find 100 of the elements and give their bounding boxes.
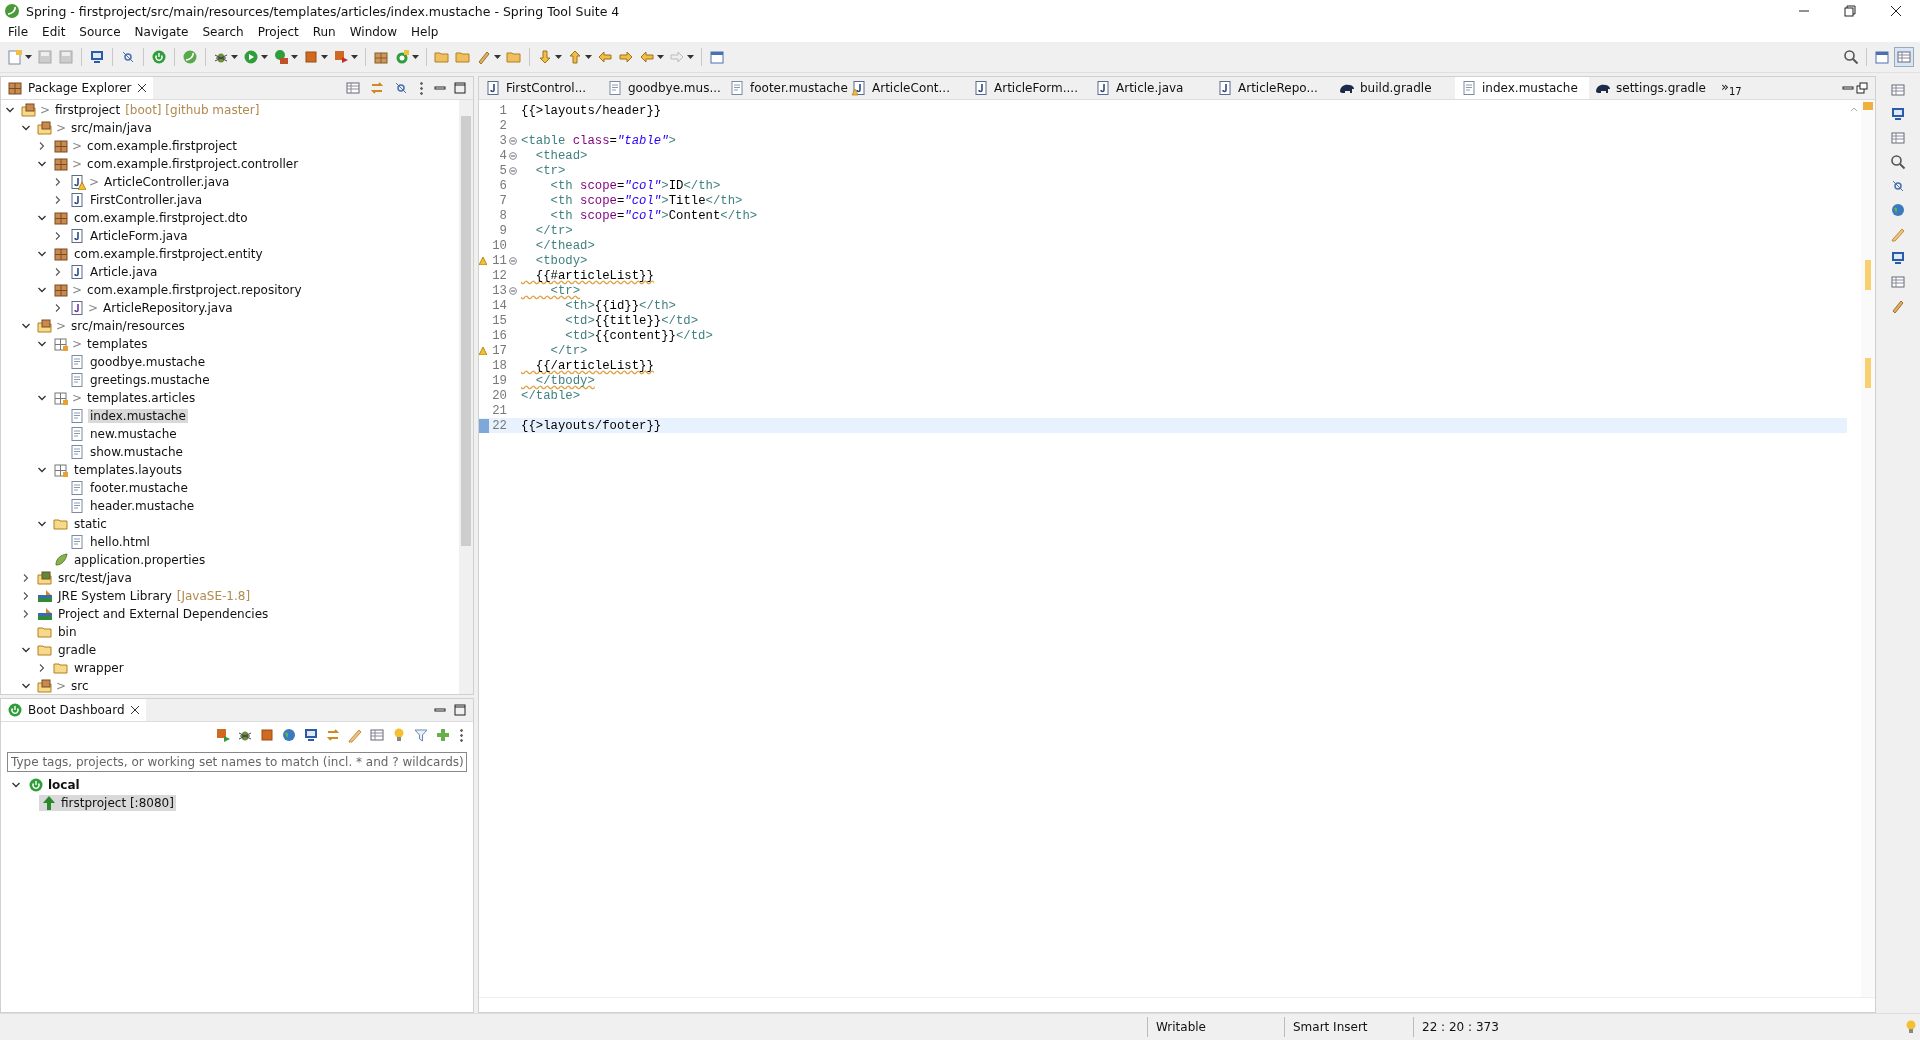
search-icon[interactable] (1842, 48, 1860, 66)
table-icon[interactable] (368, 726, 386, 744)
view-menu-icon[interactable] (460, 728, 463, 742)
collapse-all-icon[interactable] (344, 79, 362, 97)
expanded-chevron-icon[interactable] (11, 780, 21, 790)
tree-item[interactable]: firstproject (53, 103, 123, 117)
menu-item[interactable]: Run (312, 25, 336, 39)
tree-item[interactable]: wrapper (72, 661, 126, 675)
fold-icon[interactable] (509, 136, 517, 145)
filter-field[interactable]: Type tags, projects, or working set names to match (incl. * and ? wildcards) (7, 752, 467, 772)
collapsed-chevron-icon[interactable] (21, 573, 31, 583)
fold-icon[interactable] (509, 256, 517, 265)
tree-item[interactable]: new.mustache (88, 427, 179, 441)
editor-tab[interactable]: build.gradle (1333, 77, 1455, 99)
tree-item[interactable]: com.example.firstproject.entity (72, 247, 265, 261)
refresh-icon[interactable] (181, 48, 199, 66)
tree-item[interactable]: header.mustache (88, 499, 197, 513)
tree-item[interactable]: JRE System Library (56, 589, 174, 603)
expanded-chevron-icon[interactable] (21, 123, 31, 133)
tree-item[interactable]: greetings.mustache (88, 373, 212, 387)
maximize-icon[interactable] (453, 81, 467, 95)
tree-item[interactable]: ArticleForm.java (88, 229, 190, 243)
expanded-chevron-icon[interactable] (37, 285, 47, 295)
collapsed-chevron-icon[interactable] (37, 663, 47, 673)
tree-item[interactable]: com.example.firstproject.controller (85, 157, 301, 171)
close-icon[interactable] (1890, 5, 1902, 17)
fold-icon[interactable] (509, 286, 517, 295)
fold-icon[interactable] (509, 166, 517, 175)
tree-item[interactable]: application.properties (72, 553, 208, 567)
collapsed-chevron-icon[interactable] (53, 195, 63, 205)
console-icon[interactable] (302, 726, 320, 744)
collapsed-chevron-icon[interactable] (37, 141, 47, 151)
editor-tab[interactable]: goodbye.mus... (601, 77, 723, 99)
expanded-chevron-icon[interactable] (21, 321, 31, 331)
collapsed-chevron-icon[interactable] (53, 267, 63, 277)
warning-marker[interactable] (1865, 358, 1871, 388)
expanded-chevron-icon[interactable] (37, 159, 47, 169)
menu-item[interactable]: File (8, 25, 29, 39)
target-label[interactable]: local (48, 778, 80, 792)
expanded-chevron-icon[interactable] (5, 105, 15, 115)
collapsed-chevron-icon[interactable] (53, 177, 63, 187)
editor-tab[interactable]: ArticleRepo... (1211, 77, 1333, 99)
tree-item[interactable]: src/test/java (56, 571, 134, 585)
tree-item[interactable]: Article.java (88, 265, 160, 279)
expanded-chevron-icon[interactable] (37, 465, 47, 475)
expanded-chevron-icon[interactable] (37, 519, 47, 529)
menu-item[interactable]: Help (411, 25, 439, 39)
stop-icon[interactable] (258, 726, 276, 744)
tree-item[interactable]: ArticleRepository.java (101, 301, 235, 315)
start-icon[interactable] (214, 726, 232, 744)
tree-item[interactable]: src (69, 679, 91, 693)
tree-item[interactable]: ArticleController.java (102, 175, 232, 189)
tree-item[interactable]: show.mustache (88, 445, 185, 459)
run-config-icon[interactable] (272, 48, 299, 66)
tree-item[interactable]: templates.articles (85, 391, 198, 405)
filter-icon[interactable] (412, 726, 430, 744)
power-icon[interactable] (150, 48, 168, 66)
tree-item[interactable]: templates (85, 337, 150, 351)
tree-item[interactable]: com.example.firstproject.repository (85, 283, 304, 297)
warning-marker[interactable] (1863, 102, 1873, 110)
add-icon[interactable] (434, 726, 452, 744)
new-file-icon[interactable] (6, 48, 33, 66)
editor-tab[interactable]: Article.java (1089, 77, 1211, 99)
close-icon[interactable] (136, 83, 147, 93)
view-tab[interactable]: Package Explorer (1, 77, 153, 99)
expanded-chevron-icon[interactable] (37, 393, 47, 403)
expanded-chevron-icon[interactable] (37, 213, 47, 223)
expanded-chevron-icon[interactable] (21, 645, 31, 655)
tree-item[interactable]: Project and External Dependencies (56, 607, 271, 621)
tree-item[interactable]: index.mustache (88, 409, 188, 423)
editor-tab[interactable]: index.mustache (1455, 77, 1589, 99)
collapsed-chevron-icon[interactable] (21, 609, 31, 619)
tree-item[interactable]: gradle (56, 643, 99, 657)
tree-item[interactable]: src/main/java (69, 121, 154, 135)
stop-icon[interactable] (302, 48, 329, 66)
tree-item[interactable]: templates.layouts (72, 463, 184, 477)
tree-item[interactable]: com.example.firstproject (85, 139, 240, 153)
menu-item[interactable]: Source (79, 25, 121, 39)
tree-item[interactable]: com.example.firstproject.dto (72, 211, 250, 225)
collapsed-chevron-icon[interactable] (53, 303, 63, 313)
tree-item[interactable]: goodbye.mustache (88, 355, 208, 369)
menu-item[interactable]: Window (349, 25, 398, 39)
restore-icon[interactable] (1855, 81, 1869, 95)
editor-tab[interactable]: settings.gradle (1589, 77, 1711, 99)
menu-item[interactable]: Edit (42, 25, 66, 39)
expanded-chevron-icon[interactable] (37, 339, 47, 349)
menu-item[interactable]: Navigate (134, 25, 189, 39)
tree-item[interactable]: hello.html (88, 535, 152, 549)
collapsed-chevron-icon[interactable] (21, 591, 31, 601)
fold-icon[interactable] (509, 151, 517, 160)
expanded-chevron-icon[interactable] (21, 681, 31, 691)
collapsed-chevron-icon[interactable] (53, 231, 63, 241)
menu-item[interactable]: Project (257, 25, 299, 39)
tree-item[interactable]: static (72, 517, 109, 531)
launch-icon[interactable] (332, 48, 359, 66)
globe-icon[interactable] (280, 726, 298, 744)
terminal-icon[interactable] (88, 48, 106, 66)
view-menu-icon[interactable] (420, 81, 423, 95)
editor-tab[interactable]: FirstControl... (479, 77, 601, 99)
run-icon[interactable] (242, 48, 269, 66)
